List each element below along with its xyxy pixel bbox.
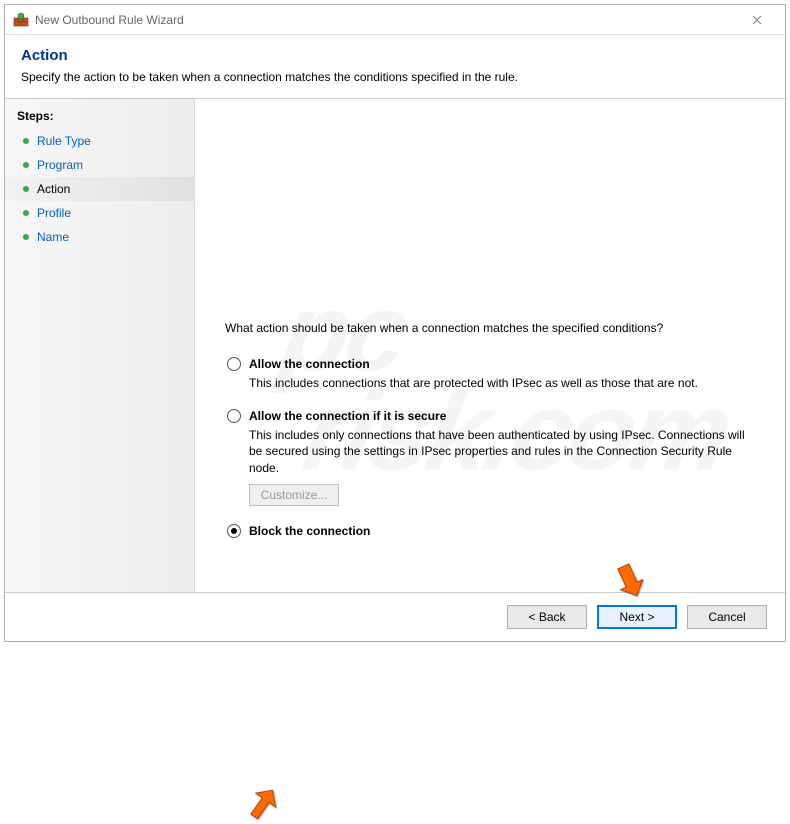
step-action[interactable]: Action: [5, 177, 194, 201]
question-text: What action should be taken when a conne…: [225, 321, 761, 335]
wizard-body: Steps: Rule Type Program Action Profile …: [5, 99, 785, 592]
option-allow: Allow the connection This includes conne…: [225, 357, 761, 391]
step-name[interactable]: Name: [5, 225, 194, 249]
window-title: New Outbound Rule Wizard: [35, 13, 184, 27]
step-profile[interactable]: Profile: [5, 201, 194, 225]
bullet-icon: [23, 234, 29, 240]
close-button[interactable]: [737, 6, 777, 34]
step-label: Rule Type: [37, 134, 91, 148]
bullet-icon: [23, 138, 29, 144]
steps-sidebar: Steps: Rule Type Program Action Profile …: [5, 99, 195, 592]
option-allow-desc: This includes connections that are prote…: [249, 375, 759, 391]
step-program[interactable]: Program: [5, 153, 194, 177]
annotation-arrow-icon: [240, 781, 280, 821]
bullet-icon: [23, 186, 29, 192]
step-label: Action: [37, 182, 70, 196]
step-label: Profile: [37, 206, 71, 220]
cancel-button[interactable]: Cancel: [687, 605, 767, 629]
option-allow-secure-desc: This includes only connections that have…: [249, 427, 759, 476]
wizard-window: New Outbound Rule Wizard Action Specify …: [4, 4, 786, 642]
step-rule-type[interactable]: Rule Type: [5, 129, 194, 153]
step-label: Program: [37, 158, 83, 172]
steps-title: Steps:: [5, 105, 194, 129]
option-allow-label[interactable]: Allow the connection: [249, 357, 370, 371]
step-label: Name: [37, 230, 69, 244]
next-button[interactable]: Next >: [597, 605, 677, 629]
radio-block[interactable]: [227, 524, 241, 538]
option-block-label[interactable]: Block the connection: [249, 524, 370, 538]
radio-allow[interactable]: [227, 357, 241, 371]
back-label: < Back: [528, 610, 565, 624]
option-block: Block the connection: [225, 524, 761, 538]
titlebar: New Outbound Rule Wizard: [5, 5, 785, 35]
page-title: Action: [21, 47, 769, 64]
radio-allow-secure[interactable]: [227, 409, 241, 423]
bullet-icon: [23, 162, 29, 168]
wizard-footer: < Back Next > Cancel: [5, 592, 785, 641]
firewall-icon: [13, 12, 29, 28]
page-subtitle: Specify the action to be taken when a co…: [21, 70, 769, 84]
wizard-header: Action Specify the action to be taken wh…: [5, 35, 785, 99]
main-panel: pc risk.com What action should be taken …: [195, 99, 785, 592]
cancel-label: Cancel: [708, 610, 745, 624]
option-allow-secure-label[interactable]: Allow the connection if it is secure: [249, 409, 446, 423]
back-button[interactable]: < Back: [507, 605, 587, 629]
bullet-icon: [23, 210, 29, 216]
next-label: Next >: [619, 610, 654, 624]
customize-button: Customize...: [249, 484, 339, 506]
option-allow-secure: Allow the connection if it is secure Thi…: [225, 409, 761, 506]
